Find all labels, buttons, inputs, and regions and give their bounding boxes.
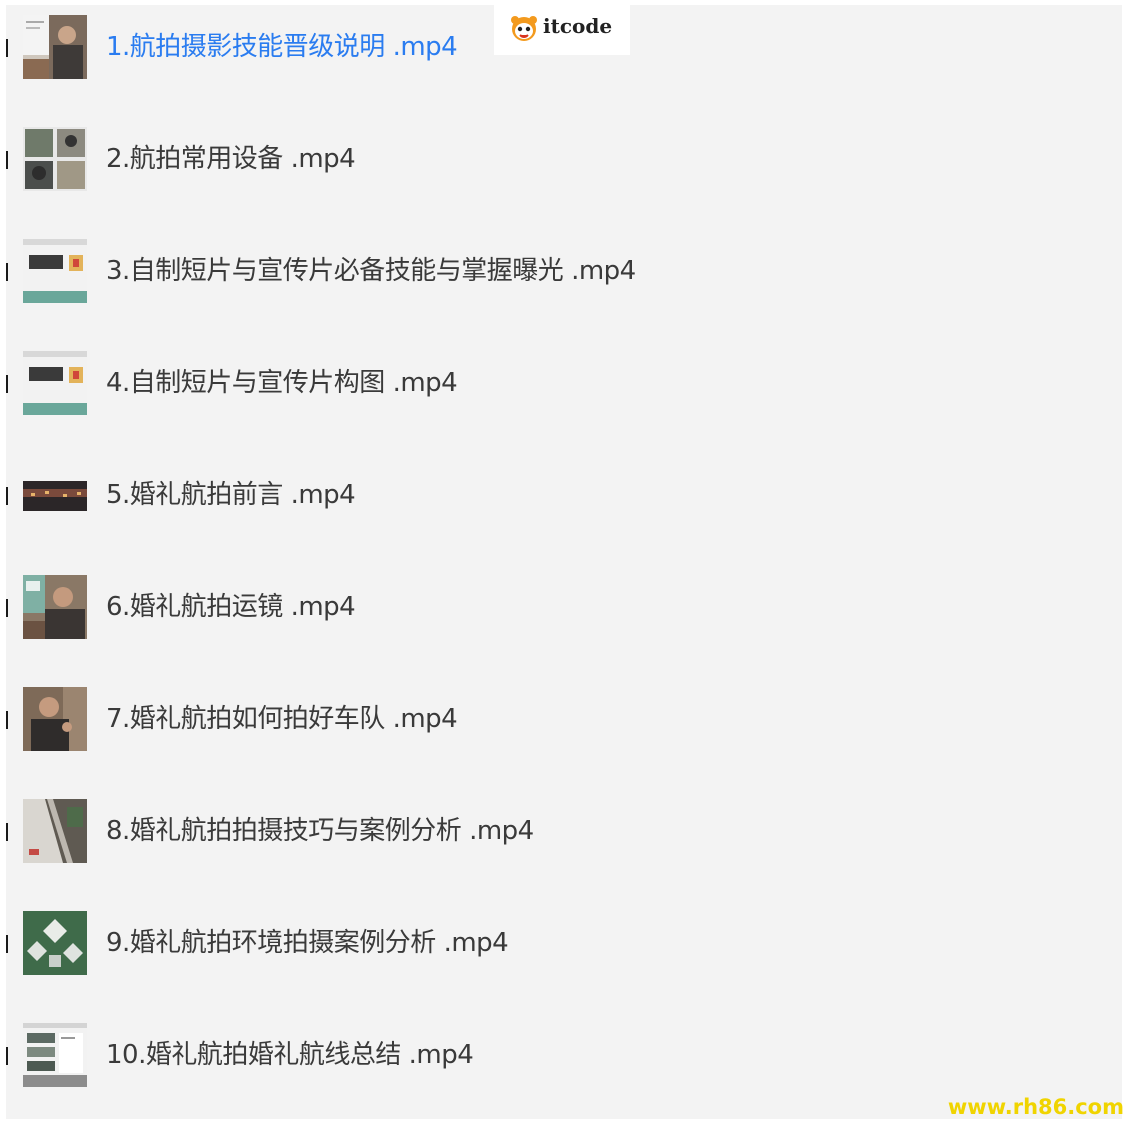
row-edge-marker — [6, 823, 8, 841]
row-edge-marker — [6, 935, 8, 953]
file-name: 1.航拍摄影技能晋级说明 .mp4 — [106, 32, 458, 62]
file-name: 6.婚礼航拍运镜 .mp4 — [106, 592, 356, 622]
watermark: www.rh86.com — [947, 1095, 1124, 1119]
itcode-badge: itcode — [494, 0, 630, 55]
row-edge-marker — [6, 711, 8, 729]
video-thumbnail[interactable] — [23, 15, 87, 79]
file-name: 3.自制短片与宣传片必备技能与掌握曝光 .mp4 — [106, 256, 636, 286]
file-row[interactable]: 1.航拍摄影技能晋级说明 .mp4 — [6, 15, 906, 79]
file-name: 4.自制短片与宣传片构图 .mp4 — [106, 368, 458, 398]
file-row[interactable]: 5.婚礼航拍前言 .mp4 — [6, 463, 906, 527]
row-edge-marker — [6, 1047, 8, 1065]
file-row[interactable]: 6.婚礼航拍运镜 .mp4 — [6, 575, 906, 639]
row-edge-marker — [6, 599, 8, 617]
file-row[interactable]: 4.自制短片与宣传片构图 .mp4 — [6, 351, 906, 415]
video-thumbnail[interactable] — [23, 127, 87, 191]
file-row[interactable]: 9.婚礼航拍环境拍摄案例分析 .mp4 — [6, 911, 906, 975]
video-thumbnail[interactable] — [23, 575, 87, 639]
file-name: 5.婚礼航拍前言 .mp4 — [106, 480, 356, 510]
file-name: 2.航拍常用设备 .mp4 — [106, 144, 356, 174]
row-edge-marker — [6, 151, 8, 169]
row-edge-marker — [6, 487, 8, 505]
file-row[interactable]: 8.婚礼航拍拍摄技巧与案例分析 .mp4 — [6, 799, 906, 863]
video-thumbnail[interactable] — [23, 799, 87, 863]
video-thumbnail[interactable] — [23, 463, 87, 527]
file-name: 10.婚礼航拍婚礼航线总结 .mp4 — [106, 1040, 474, 1070]
file-row[interactable]: 7.婚礼航拍如何拍好车队 .mp4 — [6, 687, 906, 751]
file-name: 8.婚礼航拍拍摄技巧与案例分析 .mp4 — [106, 816, 534, 846]
row-edge-marker — [6, 263, 8, 281]
file-row[interactable]: 2.航拍常用设备 .mp4 — [6, 127, 906, 191]
file-row[interactable]: 3.自制短片与宣传片必备技能与掌握曝光 .mp4 — [6, 239, 906, 303]
file-row[interactable]: 10.婚礼航拍婚礼航线总结 .mp4 — [6, 1023, 906, 1087]
badge-label: itcode — [543, 14, 613, 38]
row-edge-marker — [6, 39, 8, 57]
file-name: 9.婚礼航拍环境拍摄案例分析 .mp4 — [106, 928, 509, 958]
video-thumbnail[interactable] — [23, 351, 87, 415]
row-edge-marker — [6, 375, 8, 393]
video-thumbnail[interactable] — [23, 239, 87, 303]
file-name: 7.婚礼航拍如何拍好车队 .mp4 — [106, 704, 458, 734]
video-thumbnail[interactable] — [23, 1023, 87, 1087]
file-list-panel: 1.航拍摄影技能晋级说明 .mp4 2.航拍常用设备 .mp4 3.自制短片与宣… — [6, 5, 1122, 1119]
video-thumbnail[interactable] — [23, 687, 87, 751]
video-thumbnail[interactable] — [23, 911, 87, 975]
panda-icon — [510, 14, 538, 42]
